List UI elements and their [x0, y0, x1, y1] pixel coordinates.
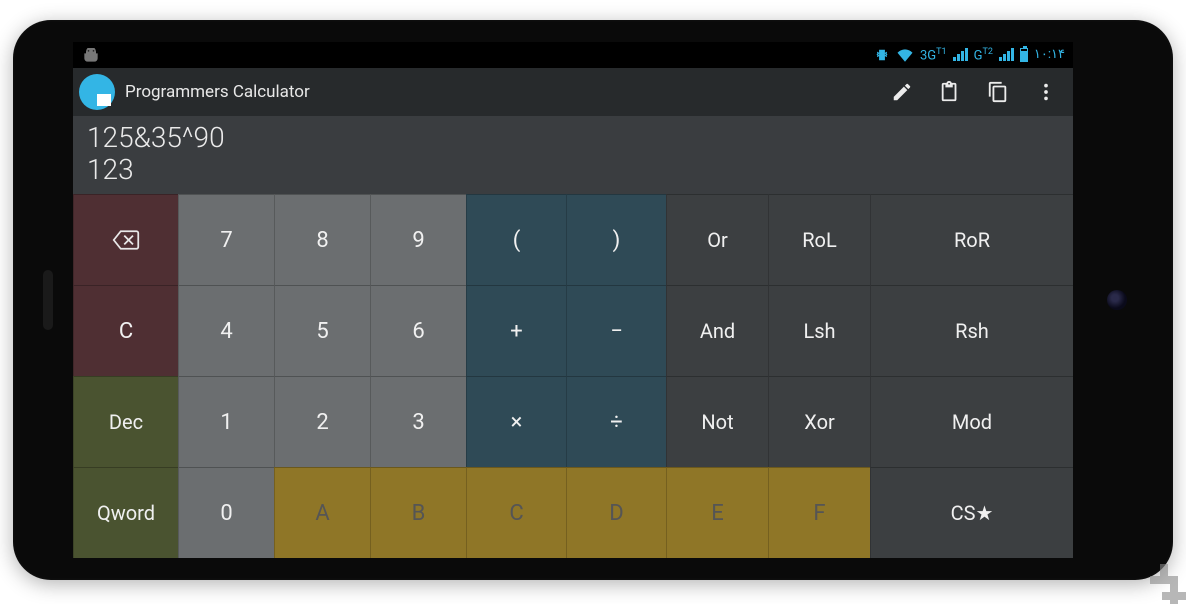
key-3[interactable]: 3 — [370, 376, 466, 467]
android-debug-icon — [81, 48, 101, 62]
key-4[interactable]: 4 — [178, 285, 274, 376]
key-f[interactable]: F — [768, 467, 870, 558]
network2-label: GT2 — [974, 47, 993, 63]
key-rol[interactable]: RoL — [768, 194, 870, 285]
battery-icon — [1020, 48, 1028, 62]
backspace-icon — [112, 229, 140, 251]
key-minus[interactable]: − — [566, 285, 666, 376]
word-size-key[interactable]: Qword — [73, 467, 178, 558]
app-icon[interactable] — [79, 74, 115, 110]
key-5[interactable]: 5 — [274, 285, 370, 376]
key-plus[interactable]: + — [466, 285, 566, 376]
base-mode-key[interactable]: Dec — [73, 376, 178, 467]
key-mod[interactable]: Mod — [870, 376, 1073, 467]
wifi-icon — [896, 48, 914, 62]
key-rparen[interactable]: ) — [566, 194, 666, 285]
key-2[interactable]: 2 — [274, 376, 370, 467]
key-not[interactable]: Not — [666, 376, 768, 467]
key-c[interactable]: C — [466, 467, 566, 558]
app-title: Programmers Calculator — [125, 82, 310, 102]
clear-key[interactable]: C — [73, 285, 178, 376]
key-9[interactable]: 9 — [370, 194, 466, 285]
screen: 3GT1 GT2 ١٠:١۴ Programmers Calculator 12… — [73, 42, 1073, 558]
clipboard-icon[interactable] — [939, 81, 961, 103]
copy-icon[interactable] — [987, 81, 1009, 103]
keypad: 7 8 9 ( ) Or RoL RoR C 4 5 6 + − And Lsh… — [73, 194, 1073, 558]
device-speaker — [43, 270, 53, 330]
key-and[interactable]: And — [666, 285, 768, 376]
pencil-icon[interactable] — [891, 81, 913, 103]
key-lsh[interactable]: Lsh — [768, 285, 870, 376]
key-cs[interactable]: CS★ — [870, 467, 1073, 558]
status-bar: 3GT1 GT2 ١٠:١۴ — [73, 42, 1073, 68]
key-or[interactable]: Or — [666, 194, 768, 285]
key-lparen[interactable]: ( — [466, 194, 566, 285]
key-6[interactable]: 6 — [370, 285, 466, 376]
overflow-icon[interactable] — [1035, 81, 1057, 103]
clock: ١٠:١۴ — [1034, 47, 1065, 62]
key-mul[interactable]: × — [466, 376, 566, 467]
network1-label: 3GT1 — [920, 47, 947, 63]
vibrate-icon — [874, 48, 890, 62]
device-camera — [1107, 290, 1127, 310]
key-b[interactable]: B — [370, 467, 466, 558]
signal2-icon — [999, 48, 1014, 61]
key-0[interactable]: 0 — [178, 467, 274, 558]
action-bar: Programmers Calculator — [73, 68, 1073, 116]
key-div[interactable]: ÷ — [566, 376, 666, 467]
expression-line: 125&35^90 — [87, 122, 1059, 154]
key-8[interactable]: 8 — [274, 194, 370, 285]
key-7[interactable]: 7 — [178, 194, 274, 285]
key-ror[interactable]: RoR — [870, 194, 1073, 285]
calc-display[interactable]: 125&35^90 123 — [73, 116, 1073, 194]
result-line: 123 — [87, 154, 1059, 186]
key-d[interactable]: D — [566, 467, 666, 558]
watermark — [1150, 564, 1186, 604]
signal1-icon — [953, 48, 968, 61]
key-1[interactable]: 1 — [178, 376, 274, 467]
key-xor[interactable]: Xor — [768, 376, 870, 467]
backspace-key[interactable] — [73, 194, 178, 285]
key-e[interactable]: E — [666, 467, 768, 558]
key-a[interactable]: A — [274, 467, 370, 558]
key-rsh[interactable]: Rsh — [870, 285, 1073, 376]
